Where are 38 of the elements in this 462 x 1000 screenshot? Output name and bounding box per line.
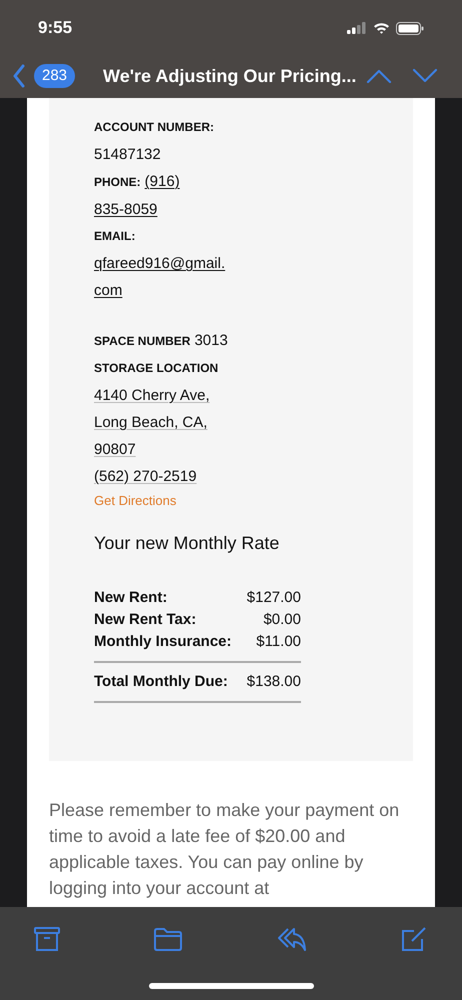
field-label: PHONE: [94, 174, 141, 191]
address-link[interactable]: Long Beach, CA, [94, 409, 208, 436]
signal-icon [347, 22, 367, 34]
back-icon[interactable] [12, 64, 26, 88]
address-link[interactable]: 4140 Cherry Ave, [94, 382, 210, 409]
next-icon[interactable] [412, 68, 438, 84]
phone-link[interactable]: (916) [144, 168, 180, 195]
space-number: 3013 [194, 331, 228, 351]
phone-link[interactable]: 835-8059 [94, 196, 158, 223]
field-label: SPACE NUMBER [94, 333, 190, 350]
rate-label: Monthly Insurance: [94, 632, 232, 652]
email-subject-title: We're Adjusting Our Pricing... [103, 64, 356, 88]
reply-all-icon[interactable] [276, 926, 307, 952]
archive-icon[interactable] [34, 926, 60, 952]
status-time: 9:55 [38, 17, 72, 40]
rate-label: New Rent: [94, 588, 168, 608]
field-label: EMAIL: [94, 228, 136, 245]
phone-link[interactable]: (562) 270-2519 [94, 463, 197, 490]
address-link[interactable]: 90807 [94, 436, 136, 463]
total-label: Total Monthly Due: [94, 672, 228, 692]
unread-count-badge[interactable]: 283 [34, 64, 76, 88]
payment-reminder: Please remember to make your payment on time to avoid a late fee of $20.00 and applicable taxes. You can pay online by logging into your account at [49, 799, 400, 900]
rate-heading: Your new Monthly Rate [94, 532, 280, 555]
email-link[interactable]: com [94, 277, 122, 304]
battery-icon [396, 22, 424, 34]
rate-amount: $0.00 [263, 610, 301, 630]
rate-amount: $127.00 [246, 588, 301, 608]
wifi-icon [373, 22, 390, 34]
email-link[interactable]: qfareed916@gmail. [94, 250, 226, 277]
previous-icon[interactable] [366, 68, 392, 84]
field-label: STORAGE LOCATION [94, 360, 220, 377]
account-number: 51487132 [94, 145, 162, 165]
folder-icon[interactable] [153, 927, 184, 951]
rate-label: New Rent Tax: [94, 610, 196, 630]
field-label: ACCOUNT NUMBER: [94, 119, 215, 136]
total-amount: $138.00 [246, 672, 301, 692]
rate-amount: $11.00 [256, 632, 301, 652]
compose-icon[interactable] [400, 925, 428, 953]
